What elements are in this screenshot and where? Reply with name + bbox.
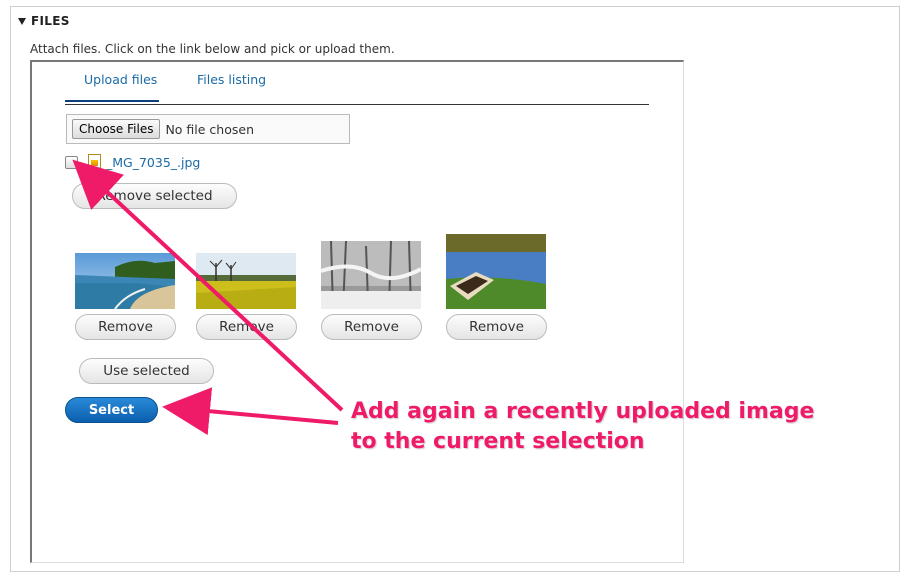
recent-file-row: _MG_7035_.jpg: [65, 154, 200, 170]
file-checkbox[interactable]: [65, 155, 78, 169]
file-link[interactable]: _MG_7035_.jpg: [106, 155, 200, 170]
remove-button-1[interactable]: Remove: [75, 314, 176, 340]
choose-files-button[interactable]: Choose Files: [72, 119, 161, 139]
remove-selected-button[interactable]: Remove selected: [72, 183, 237, 209]
use-selected-button[interactable]: Use selected: [79, 358, 214, 384]
remove-button-4[interactable]: Remove: [446, 314, 547, 340]
file-upload-input[interactable]: Choose Files No file chosen: [66, 114, 350, 144]
fieldset-title: FILES: [31, 14, 70, 28]
annotation-callout: Add again a recently uploaded image to t…: [351, 397, 814, 457]
select-button[interactable]: Select: [65, 397, 158, 423]
collapse-triangle-icon: [18, 17, 26, 25]
rapeseed-field-image[interactable]: [196, 253, 296, 309]
annotation-line-2: to the current selection: [351, 429, 645, 454]
tab-upload-files[interactable]: Upload files: [65, 72, 159, 102]
remove-button-3[interactable]: Remove: [321, 314, 422, 340]
tab-bar: Upload files Files listing: [65, 64, 649, 105]
snowy-forest-image[interactable]: [321, 241, 421, 309]
boat-lake-image[interactable]: [446, 234, 546, 309]
fieldset-description: Attach files. Click on the link below an…: [30, 42, 395, 56]
tab-files-listing[interactable]: Files listing: [197, 72, 266, 87]
fieldset-legend[interactable]: FILES: [18, 14, 70, 28]
file-input-status: No file chosen: [165, 121, 255, 137]
image-file-icon: [88, 154, 101, 170]
beach-image[interactable]: [75, 253, 175, 309]
annotation-line-1: Add again a recently uploaded image: [351, 399, 815, 424]
remove-button-2[interactable]: Remove: [196, 314, 297, 340]
